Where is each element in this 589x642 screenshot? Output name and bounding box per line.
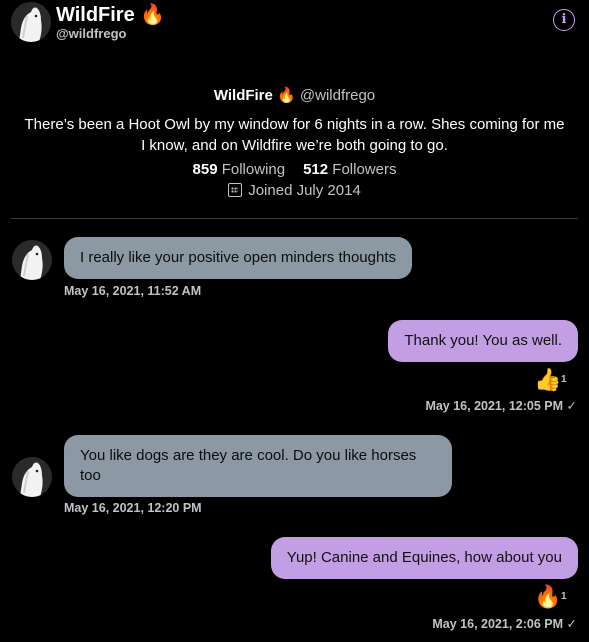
read-check-icon: ✓: [566, 617, 577, 631]
profile-display-name[interactable]: WildFire 🔥: [214, 87, 296, 104]
message-timestamp-read: May 16, 2021, 12:05 PM ✓: [425, 398, 577, 413]
message-timestamp: May 16, 2021, 11:52 AM: [64, 284, 202, 298]
message-bubble-outgoing[interactable]: Yup! Canine and Equines, how about you: [270, 537, 578, 579]
header-handle: @wildfrego: [56, 26, 127, 41]
sender-avatar[interactable]: [12, 240, 52, 280]
followers-label: Followers: [332, 161, 397, 178]
message-timestamp: May 16, 2021, 12:20 PM: [64, 501, 202, 515]
reaction-count: 1: [561, 591, 567, 602]
profile-handle[interactable]: @wildfrego: [300, 87, 375, 104]
horse-avatar-icon: [12, 240, 52, 280]
header-display-name: WildFire 🔥: [56, 4, 166, 26]
sender-avatar[interactable]: [12, 457, 52, 497]
joined-text: Joined July 2014: [248, 182, 361, 199]
profile-stats: 859 Following 512 Followers: [0, 161, 589, 178]
horse-avatar-icon: [12, 457, 52, 497]
profile-name-line: WildFire 🔥 @wildfrego: [0, 86, 589, 104]
message-bubble-incoming[interactable]: You like dogs are they are cool. Do you …: [64, 435, 452, 497]
joined-date: Joined July 2014: [0, 182, 589, 199]
conversation-header: WildFire 🔥 @wildfrego i: [0, 0, 589, 46]
profile-avatar[interactable]: [11, 2, 51, 42]
horse-avatar-icon: [11, 2, 51, 42]
following-label: Following: [221, 161, 286, 178]
followers-count: 512: [303, 161, 329, 178]
thumbs-up-reaction-icon[interactable]: 👍: [534, 367, 561, 393]
profile-summary: WildFire 🔥 @wildfrego There’s been a Hoo…: [0, 86, 589, 199]
divider: [11, 218, 578, 219]
fire-reaction-icon[interactable]: 🔥: [534, 584, 561, 610]
reaction-count: 1: [561, 374, 567, 385]
message-timestamp-read: May 16, 2021, 2:06 PM ✓: [432, 616, 577, 631]
message-bubble-outgoing[interactable]: Thank you! You as well.: [388, 320, 578, 362]
profile-bio: There’s been a Hoot Owl by my window for…: [24, 116, 565, 154]
following-stat[interactable]: 859 Following: [193, 161, 286, 178]
info-icon[interactable]: i: [553, 9, 575, 31]
message-bubble-incoming[interactable]: I really like your positive open minders…: [64, 237, 412, 279]
message-timestamp: May 16, 2021, 12:05 PM: [425, 399, 564, 413]
read-check-icon: ✓: [566, 399, 577, 413]
following-count: 859: [192, 161, 218, 178]
message-timestamp: May 16, 2021, 2:06 PM: [432, 617, 564, 631]
calendar-icon: [228, 183, 243, 197]
followers-stat[interactable]: 512 Followers: [303, 161, 396, 178]
